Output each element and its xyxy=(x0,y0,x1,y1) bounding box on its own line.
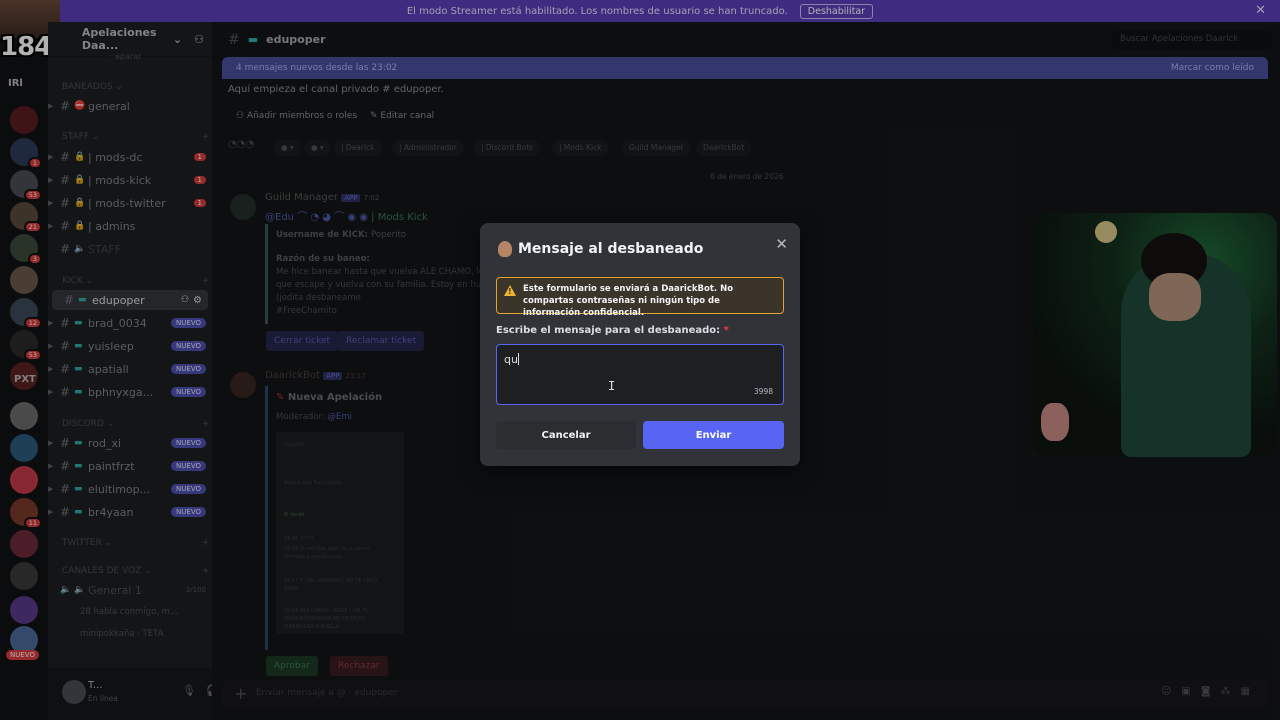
unban-message-modal: Mensaje al desbaneado ✕ Este formulario … xyxy=(480,223,800,466)
field-label: Escribe el mensaje para el desbaneado: * xyxy=(496,325,729,336)
text-caret xyxy=(517,353,519,365)
required-marker: * xyxy=(723,325,729,336)
cancel-button[interactable]: Cancelar xyxy=(496,421,636,449)
unban-message-textarea[interactable]: qu 3998 xyxy=(496,344,784,405)
warning-icon xyxy=(504,285,516,298)
modal-title: Mensaje al desbaneado xyxy=(498,241,703,257)
warning-notice: Este formulario se enviará a DaarickBot.… xyxy=(496,277,784,318)
char-counter: 3998 xyxy=(753,387,773,396)
text-cursor-icon: I xyxy=(608,379,616,393)
close-icon[interactable]: ✕ xyxy=(775,235,788,253)
character-emoji-icon xyxy=(498,241,512,257)
send-button[interactable]: Enviar xyxy=(643,421,784,449)
